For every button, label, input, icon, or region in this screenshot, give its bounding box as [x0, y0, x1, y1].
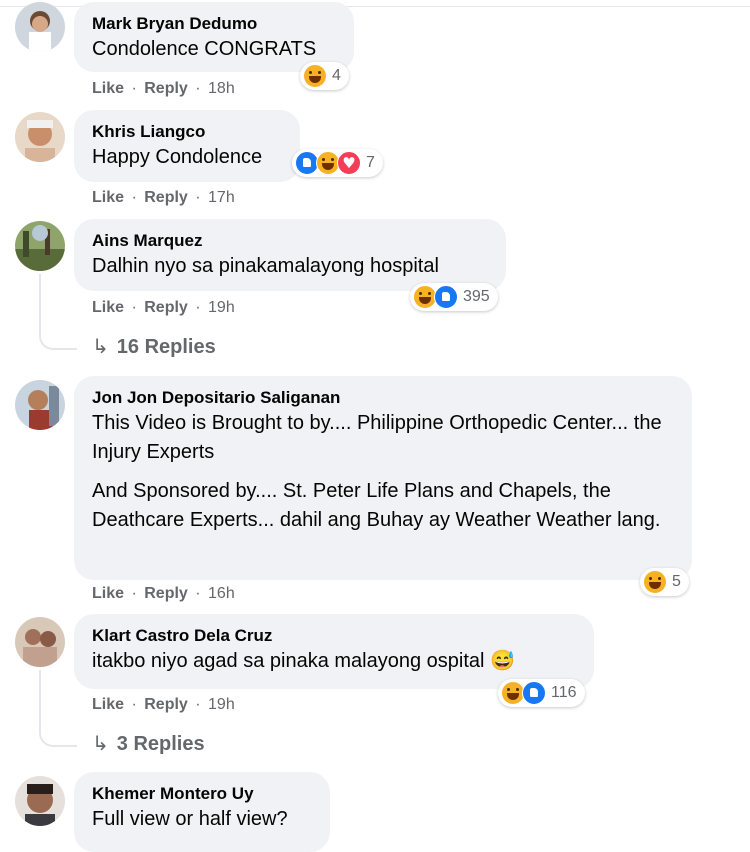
comment-text: This Video is Brought to by.... Philippi…: [92, 412, 662, 531]
comment-author[interactable]: Klart Castro Dela Cruz: [92, 625, 576, 647]
love-reaction-icon: [337, 151, 361, 175]
comment-text: Full view or half view?: [92, 808, 288, 830]
comment-author[interactable]: Mark Bryan Dedumo: [92, 13, 336, 35]
comment-time[interactable]: 19h: [208, 299, 235, 316]
avatar[interactable]: [15, 617, 65, 667]
reaction-count: 5: [672, 573, 681, 590]
reaction-count: 4: [332, 67, 341, 84]
avatar[interactable]: [15, 112, 65, 162]
reaction-count: 116: [551, 684, 577, 701]
comment-bubble: Ains Marquez Dalhin nyo sa pinakamalayon…: [74, 219, 506, 291]
reaction-summary[interactable]: 7: [292, 149, 383, 177]
comment-text: itakbo niyo agad sa pinaka malayong ospi…: [92, 650, 515, 672]
reaction-summary[interactable]: 5: [640, 568, 689, 596]
comment-author[interactable]: Jon Jon Depositario Saliganan: [92, 387, 674, 409]
reply-arrow-icon: ↳: [92, 334, 109, 358]
like-link[interactable]: Like: [92, 696, 124, 713]
comment-time[interactable]: 17h: [208, 189, 235, 206]
comment-actions: Like · Reply · 18h: [92, 80, 235, 97]
avatar[interactable]: [15, 776, 65, 826]
reply-link[interactable]: Reply: [144, 80, 188, 97]
comment-text: Condolence CONGRATS: [92, 38, 317, 60]
comment-time[interactable]: 18h: [208, 80, 235, 97]
reaction-summary[interactable]: 4: [300, 62, 349, 90]
view-replies-link[interactable]: ↳ 16 Replies: [92, 334, 216, 359]
reaction-summary[interactable]: 395: [410, 283, 498, 311]
comment-actions: Like · Reply · 19h: [92, 299, 235, 316]
reply-link[interactable]: Reply: [144, 189, 188, 206]
reaction-count: 7: [366, 154, 375, 171]
avatar[interactable]: [15, 2, 65, 52]
comment-actions: Like · Reply · 16h: [92, 585, 235, 602]
comment-time[interactable]: 16h: [208, 585, 235, 602]
view-replies-link[interactable]: ↳ 3 Replies: [92, 731, 205, 756]
reaction-summary[interactable]: 116: [498, 679, 585, 707]
reaction-count: 395: [463, 288, 490, 305]
comment-text: Dalhin nyo sa pinakamalayong hospital: [92, 255, 439, 277]
like-link[interactable]: Like: [92, 80, 124, 97]
comment-actions: Like · Reply · 19h: [92, 696, 235, 713]
like-reaction-icon: [522, 681, 546, 705]
comment-text: Happy Condolence: [92, 146, 263, 168]
comment-author[interactable]: Ains Marquez: [92, 230, 488, 252]
comment-bubble: Jon Jon Depositario Saliganan This Video…: [74, 376, 692, 580]
thread-line: [39, 670, 77, 747]
like-link[interactable]: Like: [92, 189, 124, 206]
thread-line: [39, 274, 77, 350]
comment-bubble: Klart Castro Dela Cruz itakbo niyo agad …: [74, 614, 594, 689]
comment-author[interactable]: Khris Liangco: [92, 121, 282, 143]
reply-link[interactable]: Reply: [144, 299, 188, 316]
like-reaction-icon: [434, 285, 458, 309]
comment-actions: Like · Reply · 17h: [92, 189, 235, 206]
like-link[interactable]: Like: [92, 299, 124, 316]
reply-arrow-icon: ↳: [92, 731, 109, 755]
avatar[interactable]: [15, 380, 65, 430]
avatar[interactable]: [15, 221, 65, 271]
haha-icon: [303, 64, 327, 88]
reply-link[interactable]: Reply: [144, 696, 188, 713]
comment-bubble: Khris Liangco Happy Condolence: [74, 110, 300, 182]
comment-bubble: Khemer Montero Uy Full view or half view…: [74, 772, 330, 852]
like-link[interactable]: Like: [92, 585, 124, 602]
haha-icon: [643, 570, 667, 594]
reply-link[interactable]: Reply: [144, 585, 188, 602]
comment-time[interactable]: 19h: [208, 696, 235, 713]
comment-author[interactable]: Khemer Montero Uy: [92, 783, 312, 805]
